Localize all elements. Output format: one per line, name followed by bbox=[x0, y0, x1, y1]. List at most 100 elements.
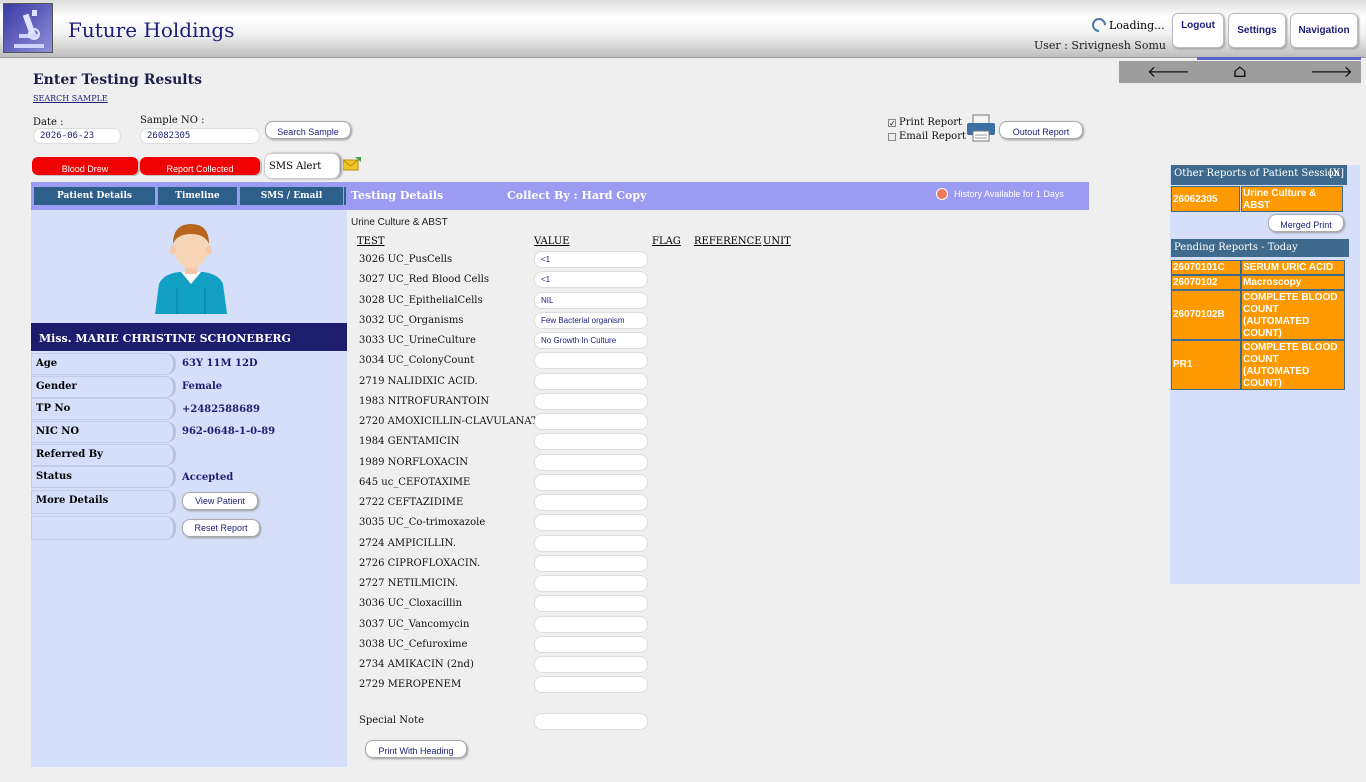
mail-icon[interactable] bbox=[343, 157, 361, 171]
nic-no-value: 962-0648-1-0-89 bbox=[182, 426, 276, 437]
email-report-label: Email Report bbox=[899, 131, 966, 142]
settings-button[interactable]: Settings bbox=[1228, 13, 1286, 48]
checkbox-checked-icon[interactable]: ✓ bbox=[888, 118, 896, 127]
test-value-input[interactable] bbox=[534, 433, 648, 451]
close-icon[interactable]: [X] bbox=[1329, 168, 1344, 179]
blood-drew-button[interactable]: Blood Drew bbox=[32, 157, 138, 175]
print-report-label: Print Report bbox=[899, 117, 963, 128]
nic-no-label: NIC NO bbox=[31, 421, 176, 443]
test-name: 3027 UC_Red Blood Cells bbox=[359, 274, 489, 286]
loading-text: Loading... bbox=[1109, 18, 1165, 32]
output-report-button[interactable]: Outout Report bbox=[999, 121, 1083, 139]
logout-button[interactable]: Logout bbox=[1172, 13, 1224, 48]
reset-report-button[interactable]: Reset Report bbox=[182, 519, 260, 537]
collect-by-text: Collect By : Hard Copy bbox=[507, 189, 647, 202]
microscope-logo-icon bbox=[3, 3, 53, 53]
brand-title: Future Holdings bbox=[68, 18, 235, 42]
print-with-heading-button[interactable]: Print With Heading bbox=[365, 740, 467, 758]
more-details-label: More Details bbox=[31, 490, 176, 514]
patient-name: Miss. MARIE CHRISTINE SCHONEBERG bbox=[31, 323, 347, 351]
test-name: 1984 GENTAMICIN bbox=[359, 436, 460, 448]
tp-no-value: +2482588689 bbox=[182, 404, 260, 415]
clock-icon bbox=[936, 188, 948, 200]
test-value-input[interactable] bbox=[534, 514, 648, 532]
test-value-input[interactable] bbox=[534, 595, 648, 613]
test-value-input[interactable] bbox=[534, 656, 648, 673]
column-reference: REFERENCE bbox=[694, 236, 762, 247]
pending-report-name[interactable]: SERUM URIC ACID bbox=[1241, 260, 1345, 275]
status-label: Status bbox=[31, 466, 176, 488]
print-report-checkbox[interactable]: ✓ Print Report bbox=[888, 117, 962, 128]
date-label: Date : bbox=[33, 117, 64, 128]
special-note-input[interactable] bbox=[534, 713, 648, 730]
age-value: 63Y 11M 12D bbox=[182, 358, 258, 369]
spinner-icon bbox=[1089, 15, 1109, 35]
gender-value: Female bbox=[182, 381, 223, 392]
test-value-input[interactable] bbox=[534, 575, 648, 592]
tab-timeline[interactable]: Timeline bbox=[158, 187, 237, 205]
search-sample-link[interactable]: SEARCH SAMPLE bbox=[33, 94, 108, 103]
referred-by-label: Referred By bbox=[31, 444, 176, 466]
home-icon[interactable]: ⌂ bbox=[1228, 63, 1252, 81]
other-report-id[interactable]: 26062305 bbox=[1171, 186, 1240, 212]
navigation-button[interactable]: Navigation bbox=[1290, 13, 1358, 48]
test-value-input[interactable] bbox=[534, 413, 648, 430]
view-patient-button[interactable]: View Patient bbox=[182, 492, 258, 510]
test-value-input[interactable] bbox=[534, 453, 648, 471]
test-value-input[interactable] bbox=[534, 372, 648, 390]
test-value-input[interactable] bbox=[534, 676, 648, 694]
test-name: 2726 CIPROFLOXACIN. bbox=[359, 557, 481, 569]
forward-arrow-icon[interactable]: 🡒 bbox=[1310, 63, 1353, 81]
tab-bar: Patient Details Timeline SMS / Email Tes… bbox=[31, 182, 1089, 210]
test-name: 1989 NORFLOXACIN bbox=[359, 456, 469, 468]
test-value-input[interactable]: <1 bbox=[534, 271, 648, 289]
test-name: 2719 NALIDIXIC ACID. bbox=[359, 375, 478, 387]
email-report-checkbox[interactable]: Email Report bbox=[888, 131, 966, 142]
tab-patient-details[interactable]: Patient Details bbox=[34, 187, 155, 205]
test-name: 3033 UC_UrineCulture bbox=[359, 335, 476, 346]
column-test: TEST bbox=[357, 236, 385, 247]
test-value-input[interactable] bbox=[534, 392, 648, 410]
testing-details-title: Testing Details bbox=[351, 189, 444, 202]
test-value-input[interactable]: Few Bacterial organism bbox=[534, 311, 648, 329]
test-name: 2720 AMOXICILLIN-CLAVULANATE bbox=[359, 416, 546, 427]
other-report-name[interactable]: Urine Culture & ABST bbox=[1241, 186, 1343, 212]
test-value-input[interactable]: No Growth In Culture bbox=[534, 332, 648, 349]
test-value-input[interactable]: <1 bbox=[534, 251, 648, 268]
test-value-input[interactable]: NIL bbox=[534, 291, 648, 309]
pending-reports-title: Pending Reports - Today bbox=[1171, 239, 1349, 257]
pending-report-id[interactable]: 26070102 bbox=[1171, 275, 1241, 290]
test-value-input[interactable] bbox=[534, 554, 648, 572]
checkbox-unchecked-icon[interactable] bbox=[888, 132, 896, 141]
nav-strip: 🡐 ⌂ 🡒 bbox=[1119, 57, 1361, 83]
test-name: 2724 AMPICILLIN. bbox=[359, 537, 456, 549]
test-value-input[interactable] bbox=[534, 635, 648, 653]
test-value-input[interactable] bbox=[534, 534, 648, 552]
test-value-input[interactable] bbox=[534, 352, 648, 370]
back-arrow-icon[interactable]: 🡐 bbox=[1147, 63, 1190, 81]
pending-report-id[interactable]: 26070102B bbox=[1171, 290, 1241, 340]
test-name: 2727 NETILMICIN. bbox=[359, 578, 459, 589]
pending-report-name[interactable]: COMPLETE BLOOD COUNT (AUTOMATED COUNT) bbox=[1241, 340, 1345, 390]
pending-report-id[interactable]: PR1 bbox=[1171, 340, 1241, 390]
test-value-input[interactable] bbox=[534, 494, 648, 511]
column-value: VALUE bbox=[534, 236, 570, 247]
sms-alert-button[interactable]: SMS Alert bbox=[264, 153, 340, 179]
sample-no-label: Sample NO : bbox=[140, 115, 205, 126]
search-sample-button[interactable]: Search Sample bbox=[265, 121, 351, 139]
tab-sms-email[interactable]: SMS / Email bbox=[240, 187, 343, 205]
test-value-input[interactable] bbox=[534, 615, 648, 633]
tp-no-label: TP No bbox=[31, 398, 176, 420]
pending-report-id[interactable]: 26070101C bbox=[1171, 260, 1241, 275]
merged-print-button[interactable]: Merged Print bbox=[1268, 214, 1344, 232]
date-field[interactable]: 2026-06-23 bbox=[33, 128, 121, 144]
pending-report-name[interactable]: COMPLETE BLOOD COUNT (AUTOMATED COUNT) bbox=[1241, 290, 1345, 340]
sample-no-input[interactable]: 26082305 bbox=[140, 128, 260, 144]
printer-icon[interactable] bbox=[966, 114, 996, 142]
empty-row bbox=[31, 516, 176, 540]
pending-report-name[interactable]: Macroscopy bbox=[1241, 275, 1345, 290]
test-value-input[interactable] bbox=[534, 473, 648, 491]
column-flag: FLAG bbox=[652, 236, 681, 247]
report-collected-button[interactable]: Report Collected bbox=[140, 157, 260, 175]
page-title: Enter Testing Results bbox=[33, 72, 202, 88]
